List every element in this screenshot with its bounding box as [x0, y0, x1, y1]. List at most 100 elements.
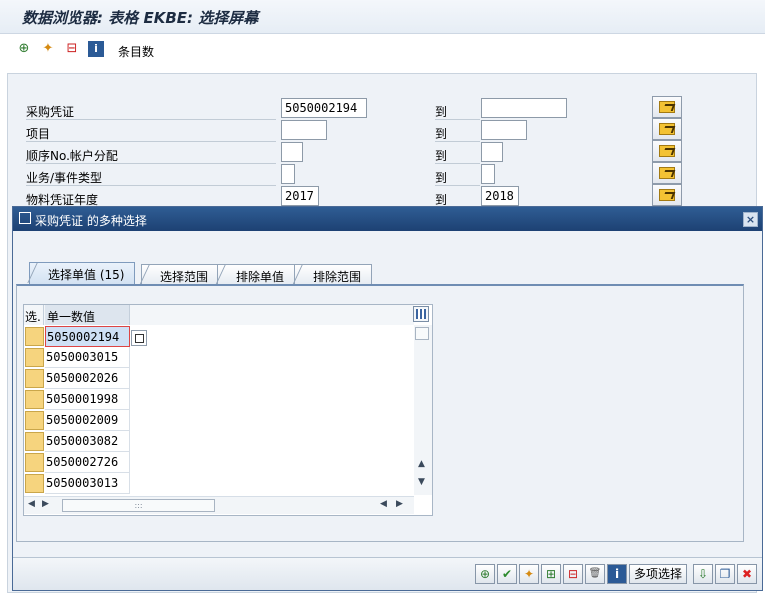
row-selector[interactable] [25, 474, 44, 493]
multiple-selection-button[interactable] [652, 162, 682, 184]
from-field[interactable]: 2017 [281, 186, 319, 206]
close-icon[interactable]: × [743, 212, 758, 227]
tab-strip: 选择单值 (15) 选择范围 排除单值 排除范围 [29, 262, 729, 286]
title-bar: 数据浏览器: 表格 EKBE: 选择屏幕 [0, 0, 765, 34]
row-selector[interactable] [25, 411, 44, 430]
execute-icon[interactable]: ⊕ [475, 564, 495, 584]
dialog-window-icon [19, 212, 31, 224]
field-label: 采购凭证 [26, 102, 276, 120]
scroll-left-icon[interactable]: ◀ [28, 499, 35, 509]
multiple-selection-button[interactable]: 多项选择 [629, 564, 688, 584]
value-help-icon[interactable] [131, 330, 147, 346]
dialog-title: 采购凭证 的多种选择 [35, 214, 147, 228]
from-field[interactable]: 5050002194 [281, 98, 367, 118]
selection-row: 物料凭证年度 2017 到 2018 [26, 184, 726, 208]
value-cell[interactable]: 5050003013 [45, 473, 130, 494]
execute-icon[interactable]: ⊕ [16, 41, 32, 57]
row-selector[interactable] [25, 390, 44, 409]
cancel-icon[interactable]: ✖ [737, 564, 757, 584]
from-field[interactable] [281, 120, 327, 140]
multi-select-arrow-icon [659, 123, 675, 135]
selection-row: 业务/事件类型 到 [26, 162, 726, 186]
value-cell[interactable]: 5050003015 [45, 347, 130, 368]
values-table: 选. 单一数值 5050002194 5050003015 5050002026… [23, 304, 433, 516]
field-label: 项目 [26, 124, 276, 142]
multi-select-arrow-icon [659, 189, 675, 201]
table-row: 5050002009 [24, 410, 130, 431]
selection-row: 采购凭证 5050002194 到 [26, 96, 726, 120]
multiple-selection-button[interactable] [652, 96, 682, 118]
insert-row-icon[interactable]: ⊞ [541, 564, 561, 584]
table-row: 5050003015 [24, 347, 130, 368]
select-column-header[interactable]: 选. [24, 305, 44, 325]
row-selector[interactable] [25, 348, 44, 367]
multiple-selection-button[interactable] [652, 184, 682, 206]
delete-selection-icon[interactable]: ⊟ [64, 41, 80, 57]
table-row: 5050002726 [24, 452, 130, 473]
row-selector[interactable] [25, 327, 44, 346]
field-label: 顺序No.帐户分配 [26, 146, 276, 164]
table-settings-icon[interactable] [413, 306, 429, 322]
horizontal-scrollbar[interactable]: ◀ ▶ ::: ◀ ▶ [24, 496, 414, 514]
scroll-right-icon[interactable]: ▶ [42, 499, 49, 509]
selection-row: 顺序No.帐户分配 到 [26, 140, 726, 164]
table-row: 5050003082 [24, 431, 130, 452]
table-row: 5050003013 [24, 473, 130, 494]
to-field[interactable]: 2018 [481, 186, 519, 206]
table-row: 5050001998 [24, 389, 130, 410]
vertical-scroll-thumb[interactable] [415, 327, 429, 340]
value-cell[interactable]: 5050002726 [45, 452, 130, 473]
dialog-button-bar: ⊕ ✔ ✦ ⊞ ⊟ 🗑 i 多项选择 ⇩ ❐ ✖ [13, 557, 762, 590]
to-label: 到 [435, 168, 480, 186]
table-header: 选. 单一数值 [24, 305, 414, 325]
variant-icon[interactable]: ✦ [519, 564, 539, 584]
field-label: 业务/事件类型 [26, 168, 276, 186]
multiple-selection-button[interactable] [652, 140, 682, 162]
multi-select-arrow-icon [659, 167, 675, 179]
tab-exclude-ranges[interactable]: 排除范围 [294, 264, 373, 284]
value-cell[interactable]: 5050002009 [45, 410, 130, 431]
to-label: 到 [435, 146, 480, 164]
multi-select-arrow-icon [659, 145, 675, 157]
to-field[interactable] [481, 142, 503, 162]
import-icon[interactable]: ⇩ [693, 564, 713, 584]
table-row: 5050002194 [24, 326, 130, 347]
delete-row-icon[interactable]: ⊟ [563, 564, 583, 584]
row-selector[interactable] [25, 432, 44, 451]
tab-exclude-single-values[interactable]: 排除单值 [217, 264, 296, 284]
trash-icon[interactable]: 🗑 [585, 564, 605, 584]
tab-select-ranges[interactable]: 选择范围 [141, 264, 220, 284]
from-field[interactable] [281, 142, 303, 162]
scroll-down-icon[interactable]: ▼ [418, 477, 425, 487]
info-icon[interactable]: i [607, 564, 627, 584]
value-cell[interactable]: 5050001998 [45, 389, 130, 410]
row-selector[interactable] [25, 369, 44, 388]
to-label: 到 [435, 124, 480, 142]
get-variant-icon[interactable]: ✦ [40, 41, 56, 57]
value-cell[interactable]: 5050002026 [45, 368, 130, 389]
info-icon[interactable]: i [88, 41, 104, 57]
to-field[interactable] [481, 98, 567, 118]
to-field[interactable] [481, 120, 527, 140]
scroll-up-icon[interactable]: ▲ [418, 459, 425, 469]
scroll-left-icon[interactable]: ◀ [380, 499, 387, 509]
multiple-selection-button[interactable] [652, 118, 682, 140]
multiple-selection-dialog: 采购凭证 的多种选择 × 选择单值 (15) 选择范围 排除单值 排除范围 选.… [12, 206, 763, 591]
single-value-column-header[interactable]: 单一数值 [45, 305, 130, 325]
value-cell[interactable]: 5050003082 [45, 431, 130, 452]
from-field[interactable] [281, 164, 295, 184]
row-selector[interactable] [25, 453, 44, 472]
to-label: 到 [435, 102, 480, 120]
to-field[interactable] [481, 164, 495, 184]
horizontal-scroll-thumb[interactable]: ::: [62, 499, 215, 512]
vertical-scrollbar[interactable]: ▲ ▼ [414, 325, 432, 495]
value-cell[interactable]: 5050002194 [45, 326, 130, 347]
entries-button[interactable]: 条目数 [118, 43, 154, 60]
dialog-title-bar: 采购凭证 的多种选择 × [13, 207, 762, 231]
upload-clipboard-icon[interactable]: ❐ [715, 564, 735, 584]
application-toolbar: ⊕ ✦ ⊟ i 条目数 [0, 35, 765, 65]
screen-title: 数据浏览器: 表格 EKBE: 选择屏幕 [22, 9, 259, 27]
scroll-right-icon[interactable]: ▶ [396, 499, 403, 509]
check-icon[interactable]: ✔ [497, 564, 517, 584]
tab-select-single-values[interactable]: 选择单值 (15) [29, 262, 136, 284]
